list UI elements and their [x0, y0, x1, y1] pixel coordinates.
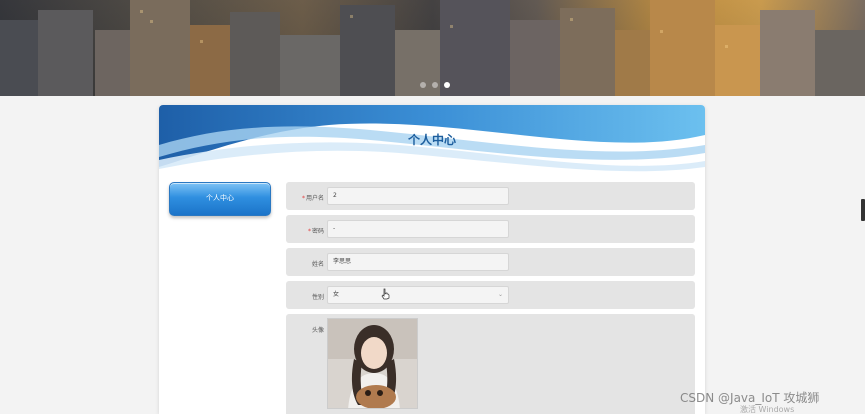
hero-banner: [0, 0, 865, 96]
avatar-label: 头像: [311, 327, 324, 334]
username-field[interactable]: 2: [327, 187, 509, 205]
required-mark: *: [307, 228, 311, 235]
chevron-down-icon[interactable]: ⌄: [498, 287, 503, 303]
scroll-edge-tab[interactable]: [861, 199, 865, 221]
gender-label: 性别: [311, 294, 324, 301]
username-label: *用户名: [301, 195, 324, 202]
hand-cursor-icon: [381, 288, 390, 300]
name-label: 姓名: [311, 261, 324, 268]
personal-center-panel: 个人中心 个人中心 *用户名 2 *密码 - 姓名 李思思 性别 女 ⌄ 头像: [159, 105, 705, 414]
sidebar-item-personal-center[interactable]: 个人中心: [169, 182, 271, 216]
required-mark: *: [301, 195, 305, 202]
carousel-dot[interactable]: [420, 82, 426, 88]
windows-activate-hint: 激活 Windows: [740, 405, 795, 414]
form-row-password: *密码 -: [286, 215, 695, 243]
gender-select-value: 女: [333, 291, 340, 298]
password-label: *密码: [307, 228, 324, 235]
avatar-photo: [328, 319, 417, 408]
gender-select[interactable]: 女 ⌄: [327, 286, 509, 304]
page-title: 个人中心: [407, 133, 456, 147]
password-field[interactable]: -: [327, 220, 509, 238]
name-field[interactable]: 李思思: [327, 253, 509, 271]
carousel-dot[interactable]: [432, 82, 438, 88]
carousel-dots: [420, 82, 450, 88]
carousel-dot-active[interactable]: [444, 82, 450, 88]
form-row-name: 姓名 李思思: [286, 248, 695, 276]
form-row-username: *用户名 2: [286, 182, 695, 210]
form-row-avatar: 头像: [286, 314, 695, 414]
avatar-image[interactable]: [327, 318, 418, 409]
form-row-gender: 性别 女 ⌄: [286, 281, 695, 309]
